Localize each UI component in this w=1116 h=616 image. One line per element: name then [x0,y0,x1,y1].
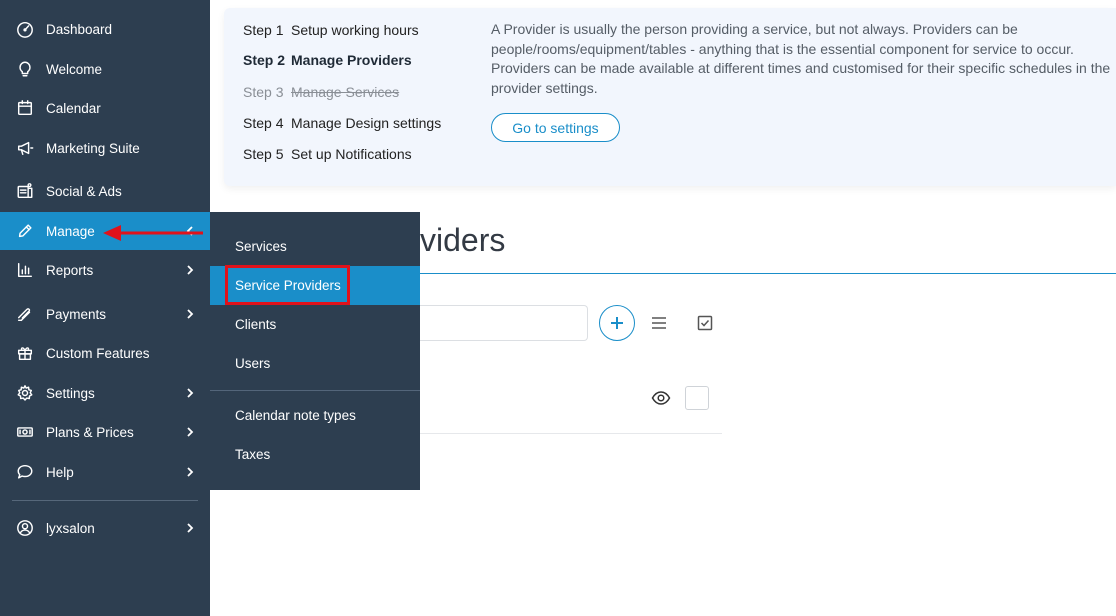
social-icon [15,182,34,201]
step-4[interactable]: Step 4 Manage Design settings [243,115,441,131]
step-number: Step 1 [243,22,284,38]
user-name: lyxsalon [46,520,95,536]
step-1[interactable]: Step 1 Setup working hours [243,22,419,38]
page-title: viders [420,222,506,258]
sidebar-item-label: Social & Ads [46,183,122,199]
plus-icon [611,317,623,329]
calendar-icon [15,99,34,118]
sidebar-item-welcome[interactable]: Welcome [0,50,210,88]
chevron-right-icon [184,387,196,399]
sidebar-item-label: Welcome [46,61,103,77]
lightbulb-icon [15,60,34,79]
step-label: Manage Design settings [291,115,442,131]
submenu-item-calendar-note-types[interactable]: Calendar note types [210,396,420,435]
manage-submenu: Services Service Providers Clients Users… [210,212,420,490]
gear-icon [15,384,34,403]
chevron-right-icon [184,522,196,534]
submenu-item-users[interactable]: Users [210,344,420,383]
select-all-button[interactable] [696,314,714,332]
sidebar-item-label: Help [46,464,74,480]
step-label: Manage Providers [291,52,412,68]
sidebar-item-label: Calendar [46,100,101,116]
sidebar-item-plans-prices[interactable]: Plans & Prices [0,413,210,451]
sidebar-item-label: Dashboard [46,21,113,37]
pencil-icon [15,222,34,241]
setup-steps-card: Step 1 Setup working hours Step 2 Manage P… [224,8,1116,186]
money-icon [15,423,34,442]
chevron-right-icon [184,308,196,320]
dashboard-icon [15,20,34,39]
sidebar-item-payments[interactable]: Payments [0,295,210,333]
sidebar-item-label: Plans & Prices [46,424,134,440]
step-label: Set up Notifications [291,146,412,162]
step-number: Step 2 [243,52,286,68]
sidebar-item-manage[interactable]: Manage [0,212,210,250]
step-number: Step 4 [243,115,284,131]
step-5[interactable]: Step 5 Set up Notifications [243,146,412,162]
row-checkbox[interactable] [685,386,709,410]
menu-icon [652,317,666,329]
sidebar: Dashboard Welcome Calendar Marketing Sui… [0,0,210,616]
checkbox-checked-icon [697,315,713,331]
step-2[interactable]: Step 2 Manage Providers [243,52,412,68]
sidebar-item-reports[interactable]: Reports [0,251,210,289]
sidebar-item-label: Custom Features [46,345,150,361]
step-number: Step 3 [243,84,284,100]
title-divider [420,273,1116,274]
bar-chart-icon [15,261,34,280]
submenu-divider [210,390,420,391]
megaphone-icon [15,139,34,158]
sidebar-item-calendar[interactable]: Calendar [0,89,210,127]
go-to-settings-button[interactable]: Go to settings [491,113,620,142]
sidebar-item-user-account[interactable]: lyxsalon [0,509,210,547]
provider-info-text: A Provider is usually the person providi… [491,21,1111,96]
user-circle-icon [15,519,34,538]
step-label: Setup working hours [291,22,419,38]
row-divider [420,433,722,434]
sidebar-item-dashboard[interactable]: Dashboard [0,10,210,48]
sidebar-item-marketing-suite[interactable]: Marketing Suite [0,129,210,167]
submenu-item-service-providers[interactable]: Service Providers [210,266,420,305]
chevron-right-icon [184,264,196,276]
step-label: Manage Services [291,84,400,100]
sidebar-item-label: Payments [46,306,107,322]
sidebar-item-label: Reports [46,262,94,278]
chevron-right-icon [184,426,196,438]
step-3[interactable]: Step 3 Manage Services [243,84,399,100]
chat-icon [15,463,34,482]
chevron-left-icon [184,225,196,237]
add-provider-button[interactable] [599,305,635,341]
sidebar-item-label: Marketing Suite [46,140,140,156]
sidebar-item-label: Manage [46,223,95,239]
list-view-button[interactable] [650,314,668,332]
sidebar-item-settings[interactable]: Settings [0,374,210,412]
chevron-right-icon [184,466,196,478]
payments-icon [15,305,34,324]
sidebar-item-social-ads[interactable]: Social & Ads [0,172,210,210]
sidebar-divider [12,500,198,501]
gift-icon [15,344,34,363]
sidebar-item-label: Settings [46,385,95,401]
search-input[interactable] [410,305,588,341]
visibility-toggle[interactable] [651,389,671,407]
submenu-item-taxes[interactable]: Taxes [210,435,420,474]
eye-icon [651,391,671,405]
step-number: Step 5 [243,146,284,162]
sidebar-item-help[interactable]: Help [0,453,210,491]
submenu-item-clients[interactable]: Clients [210,305,420,344]
sidebar-item-custom-features[interactable]: Custom Features [0,334,210,372]
submenu-item-services[interactable]: Services [210,227,420,266]
